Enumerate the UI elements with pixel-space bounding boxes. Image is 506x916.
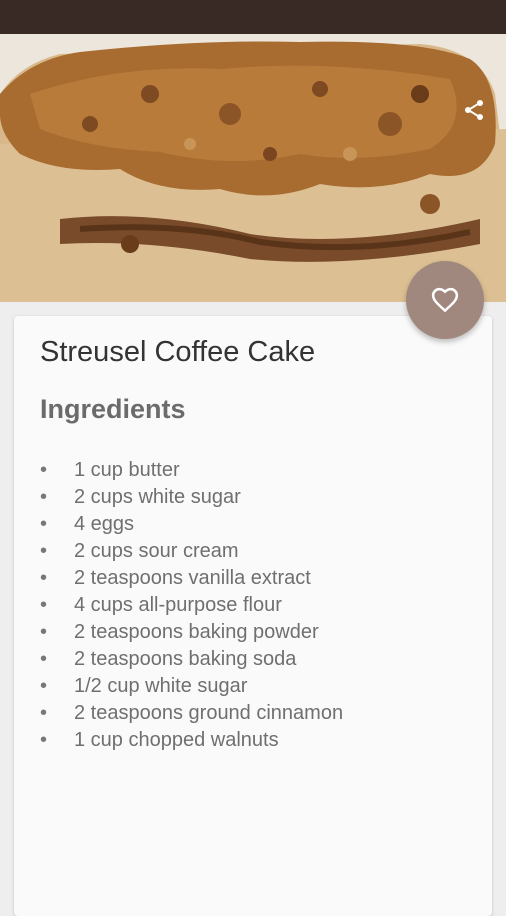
ingredient-item: • 2 teaspoons ground cinnamon [40,702,344,724]
ingredient-item: • 2 teaspoons baking powder [40,621,319,643]
ingredient-item: • 1/2 cup white sugar [40,675,248,697]
ingredient-item: • 4 eggs [40,513,135,535]
ingredients-list: • 1 cup butter • 2 cups white sugar • 4 egg… [40,457,343,754]
share-icon [465,100,483,120]
ingredient-item: • 2 cups sour cream [40,540,239,562]
recipe-card: Streusel Coffee Cake Ingredients • 1 cup … [14,316,492,916]
ingredient-item: • 2 cups white sugar [40,486,241,508]
favorite-button[interactable] [406,261,484,339]
share-button[interactable] [456,92,492,128]
ingredient-item: • 2 teaspoons baking soda [40,648,297,670]
heart-outline-icon [431,287,459,313]
recipe-title: Streusel Coffee Cake [40,336,316,368]
ingredient-item: • 2 teaspoons vanilla extract [40,567,311,589]
coffee-cake-image [0,34,506,302]
ingredient-item: • 1 cup chopped walnuts [40,729,279,751]
ingredient-item: • 4 cups all-purpose flour [40,594,282,616]
recipe-photo [0,34,506,302]
status-bar [0,0,506,34]
ingredients-heading: Ingredients [40,394,186,424]
ingredient-item: • 1 cup butter [40,459,180,481]
